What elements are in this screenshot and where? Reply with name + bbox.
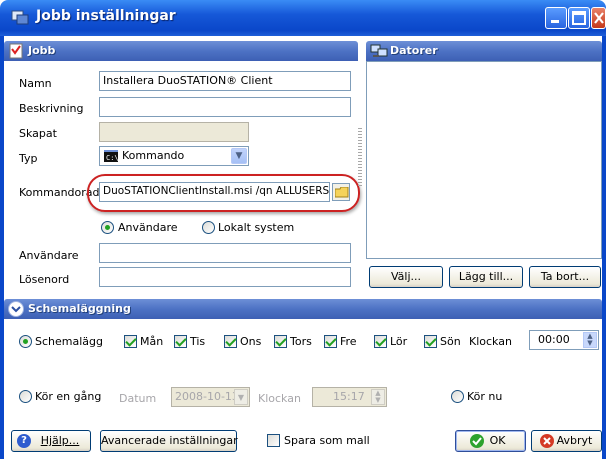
ok-button[interactable]: OK: [455, 430, 526, 452]
run-as-system-radio[interactable]: [202, 221, 215, 234]
run-now-label: Kör nu: [467, 390, 503, 403]
schedule-section-title: Schemaläggning: [28, 302, 131, 315]
cancel-button-label: Avbryt: [556, 434, 593, 447]
collapse-chevron-icon[interactable]: [8, 301, 24, 317]
job-section-header: Jobb: [4, 41, 358, 61]
help-icon: ?: [17, 434, 31, 448]
type-select[interactable]: C:\ Kommando ▼: [99, 146, 249, 166]
once-time-value: 15:17: [333, 390, 365, 403]
once-time-spinner: 15:17 ▲ ▼: [312, 387, 387, 407]
once-time-label: Klockan: [258, 392, 301, 405]
svg-text:C:\: C:\: [106, 154, 118, 162]
calendar-dropdown-icon: ▼: [234, 389, 248, 405]
day-checkbox-wed[interactable]: [224, 335, 237, 348]
run-as-system-label: Lokalt system: [218, 221, 295, 234]
save-template-label: Spara som mall: [284, 434, 370, 447]
save-template-checkbox[interactable]: [267, 434, 280, 447]
computers-section-title: Datorer: [390, 44, 438, 57]
cancel-x-icon: [540, 434, 554, 448]
time-spinner[interactable]: 00:00 ▲ ▼: [529, 330, 599, 350]
day-label-wed: Ons: [240, 335, 262, 348]
day-checkbox-thu[interactable]: [274, 335, 287, 348]
name-label: Namn: [19, 77, 52, 90]
computers-icon: [370, 43, 388, 62]
advanced-settings-button[interactable]: Avancerade inställningar: [100, 430, 238, 452]
maximize-button[interactable]: [568, 7, 590, 29]
cancel-button[interactable]: Avbryt: [531, 430, 602, 452]
app-icon: [11, 10, 29, 25]
add-button[interactable]: Lägg till...: [449, 266, 523, 288]
description-label: Beskrivning: [19, 102, 84, 115]
name-field[interactable]: Installera DuoSTATION® Client: [99, 71, 351, 91]
run-as-user-radio[interactable]: [101, 221, 114, 234]
run-once-radio[interactable]: [19, 390, 32, 403]
day-label-thu: Tors: [290, 335, 312, 348]
day-label-sun: Sön: [440, 335, 461, 348]
date-value: 2008-10-13: [175, 390, 239, 403]
folder-icon: [334, 186, 349, 201]
remove-button[interactable]: Ta bort...: [529, 266, 601, 288]
computers-list[interactable]: [366, 61, 602, 259]
day-checkbox-tue[interactable]: [174, 335, 187, 348]
help-button-label: Hjälp...: [40, 434, 80, 447]
splitter-handle[interactable]: [358, 128, 362, 188]
run-now-radio[interactable]: [451, 390, 464, 403]
date-picker: 2008-10-13 ▼: [171, 387, 250, 407]
time-value: 00:00: [538, 333, 570, 346]
created-label: Skapat: [19, 127, 57, 140]
description-field[interactable]: [99, 97, 351, 117]
day-label-sat: Lör: [390, 335, 408, 348]
job-section-title: Jobb: [28, 44, 56, 57]
chevron-down-icon[interactable]: ▼: [231, 148, 247, 164]
window-title: Jobb inställningar: [36, 8, 176, 24]
password-label: Lösenord: [19, 273, 70, 286]
spinner-arrows-icon: ▲ ▼: [371, 389, 385, 405]
select-button[interactable]: Välj...: [369, 266, 443, 288]
schedule-section-header[interactable]: Schemaläggning: [4, 299, 602, 319]
day-checkbox-sun[interactable]: [424, 335, 437, 348]
help-button[interactable]: ? Hjälp...: [11, 430, 91, 452]
run-once-label: Kör en gång: [35, 390, 102, 403]
day-label-mon: Mån: [140, 335, 164, 348]
command-prompt-icon: C:\: [104, 150, 119, 165]
run-as-user-label: Användare: [118, 221, 178, 234]
day-label-fri: Fre: [340, 335, 357, 348]
type-select-value: Kommando: [122, 149, 185, 162]
checklist-icon: [8, 43, 24, 62]
browse-folder-button[interactable]: [332, 183, 350, 201]
user-label: Användare: [19, 249, 79, 262]
ok-check-icon: [470, 434, 484, 448]
user-field[interactable]: [99, 243, 351, 263]
close-button[interactable]: [591, 7, 606, 29]
password-field[interactable]: [99, 267, 351, 287]
computers-section-header: Datorer: [366, 41, 602, 61]
time-label: Klockan: [469, 335, 512, 348]
day-checkbox-mon[interactable]: [124, 335, 137, 348]
minimize-button[interactable]: [545, 7, 567, 29]
spinner-arrows-icon[interactable]: ▲ ▼: [583, 332, 597, 348]
day-checkbox-fri[interactable]: [324, 335, 337, 348]
day-label-tue: Tis: [190, 335, 206, 348]
schedule-label: Schemalägg: [35, 335, 103, 348]
date-label: Datum: [119, 392, 157, 405]
type-label: Typ: [19, 152, 38, 165]
command-field[interactable]: DuoSTATIONClientInstall.msi /qn ALLUSERS…: [99, 182, 330, 202]
day-checkbox-sat[interactable]: [374, 335, 387, 348]
schedule-radio[interactable]: [19, 335, 32, 348]
ok-button-label: OK: [489, 434, 506, 447]
created-field: [99, 122, 249, 142]
